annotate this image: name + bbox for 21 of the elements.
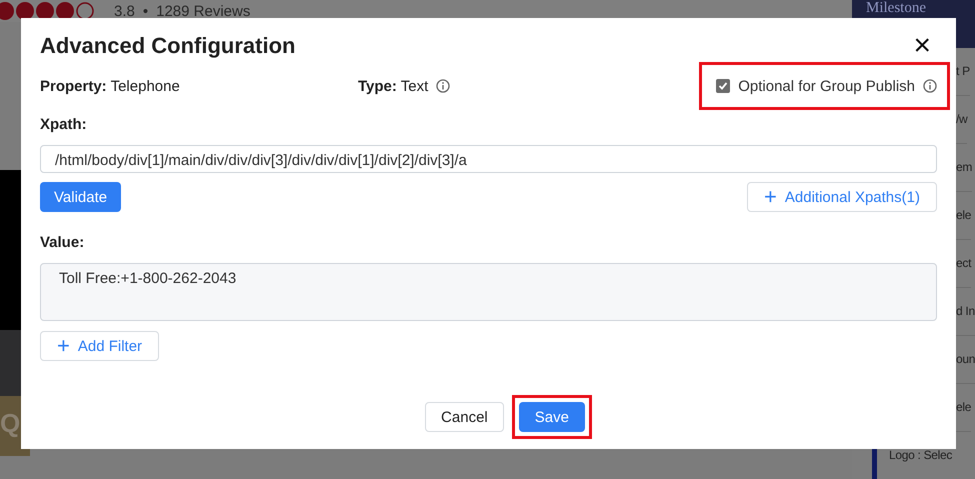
close-button[interactable]: × xyxy=(907,33,937,59)
checkbox[interactable] xyxy=(716,79,730,93)
xpath-field[interactable]: /html/body/div[1]/main/div/div/div[3]/div/div/div[1]/div[2]/div[3]/a xyxy=(40,145,937,173)
dialog-title: Advanced Configuration xyxy=(40,33,296,59)
field-label: Xpath: xyxy=(40,116,88,133)
type-text: Type: Text xyxy=(358,78,428,94)
rating-value: 3.8 xyxy=(114,2,135,20)
validate-button[interactable]: Validate xyxy=(40,182,122,212)
logo-text: Milestone xyxy=(866,0,926,17)
save-button[interactable]: Save xyxy=(518,402,585,432)
review-count: 1289 Reviews xyxy=(156,2,250,20)
info-icon[interactable] xyxy=(923,79,937,93)
cancel-button[interactable]: Cancel xyxy=(425,402,504,432)
separator-dot: • xyxy=(142,2,148,20)
field-label: Value: xyxy=(40,234,86,251)
additional-xpaths-button[interactable]: + Additional Xpaths(1) xyxy=(747,182,937,212)
checkbox-label: Optional for Group Publish xyxy=(738,78,915,94)
info-icon[interactable] xyxy=(436,79,450,93)
value-field[interactable]: Toll Free:+1-800-262-2043 xyxy=(40,263,937,321)
add-filter-button[interactable]: + Add Filter xyxy=(40,331,160,361)
property-text: Property: Telephone xyxy=(40,78,181,94)
